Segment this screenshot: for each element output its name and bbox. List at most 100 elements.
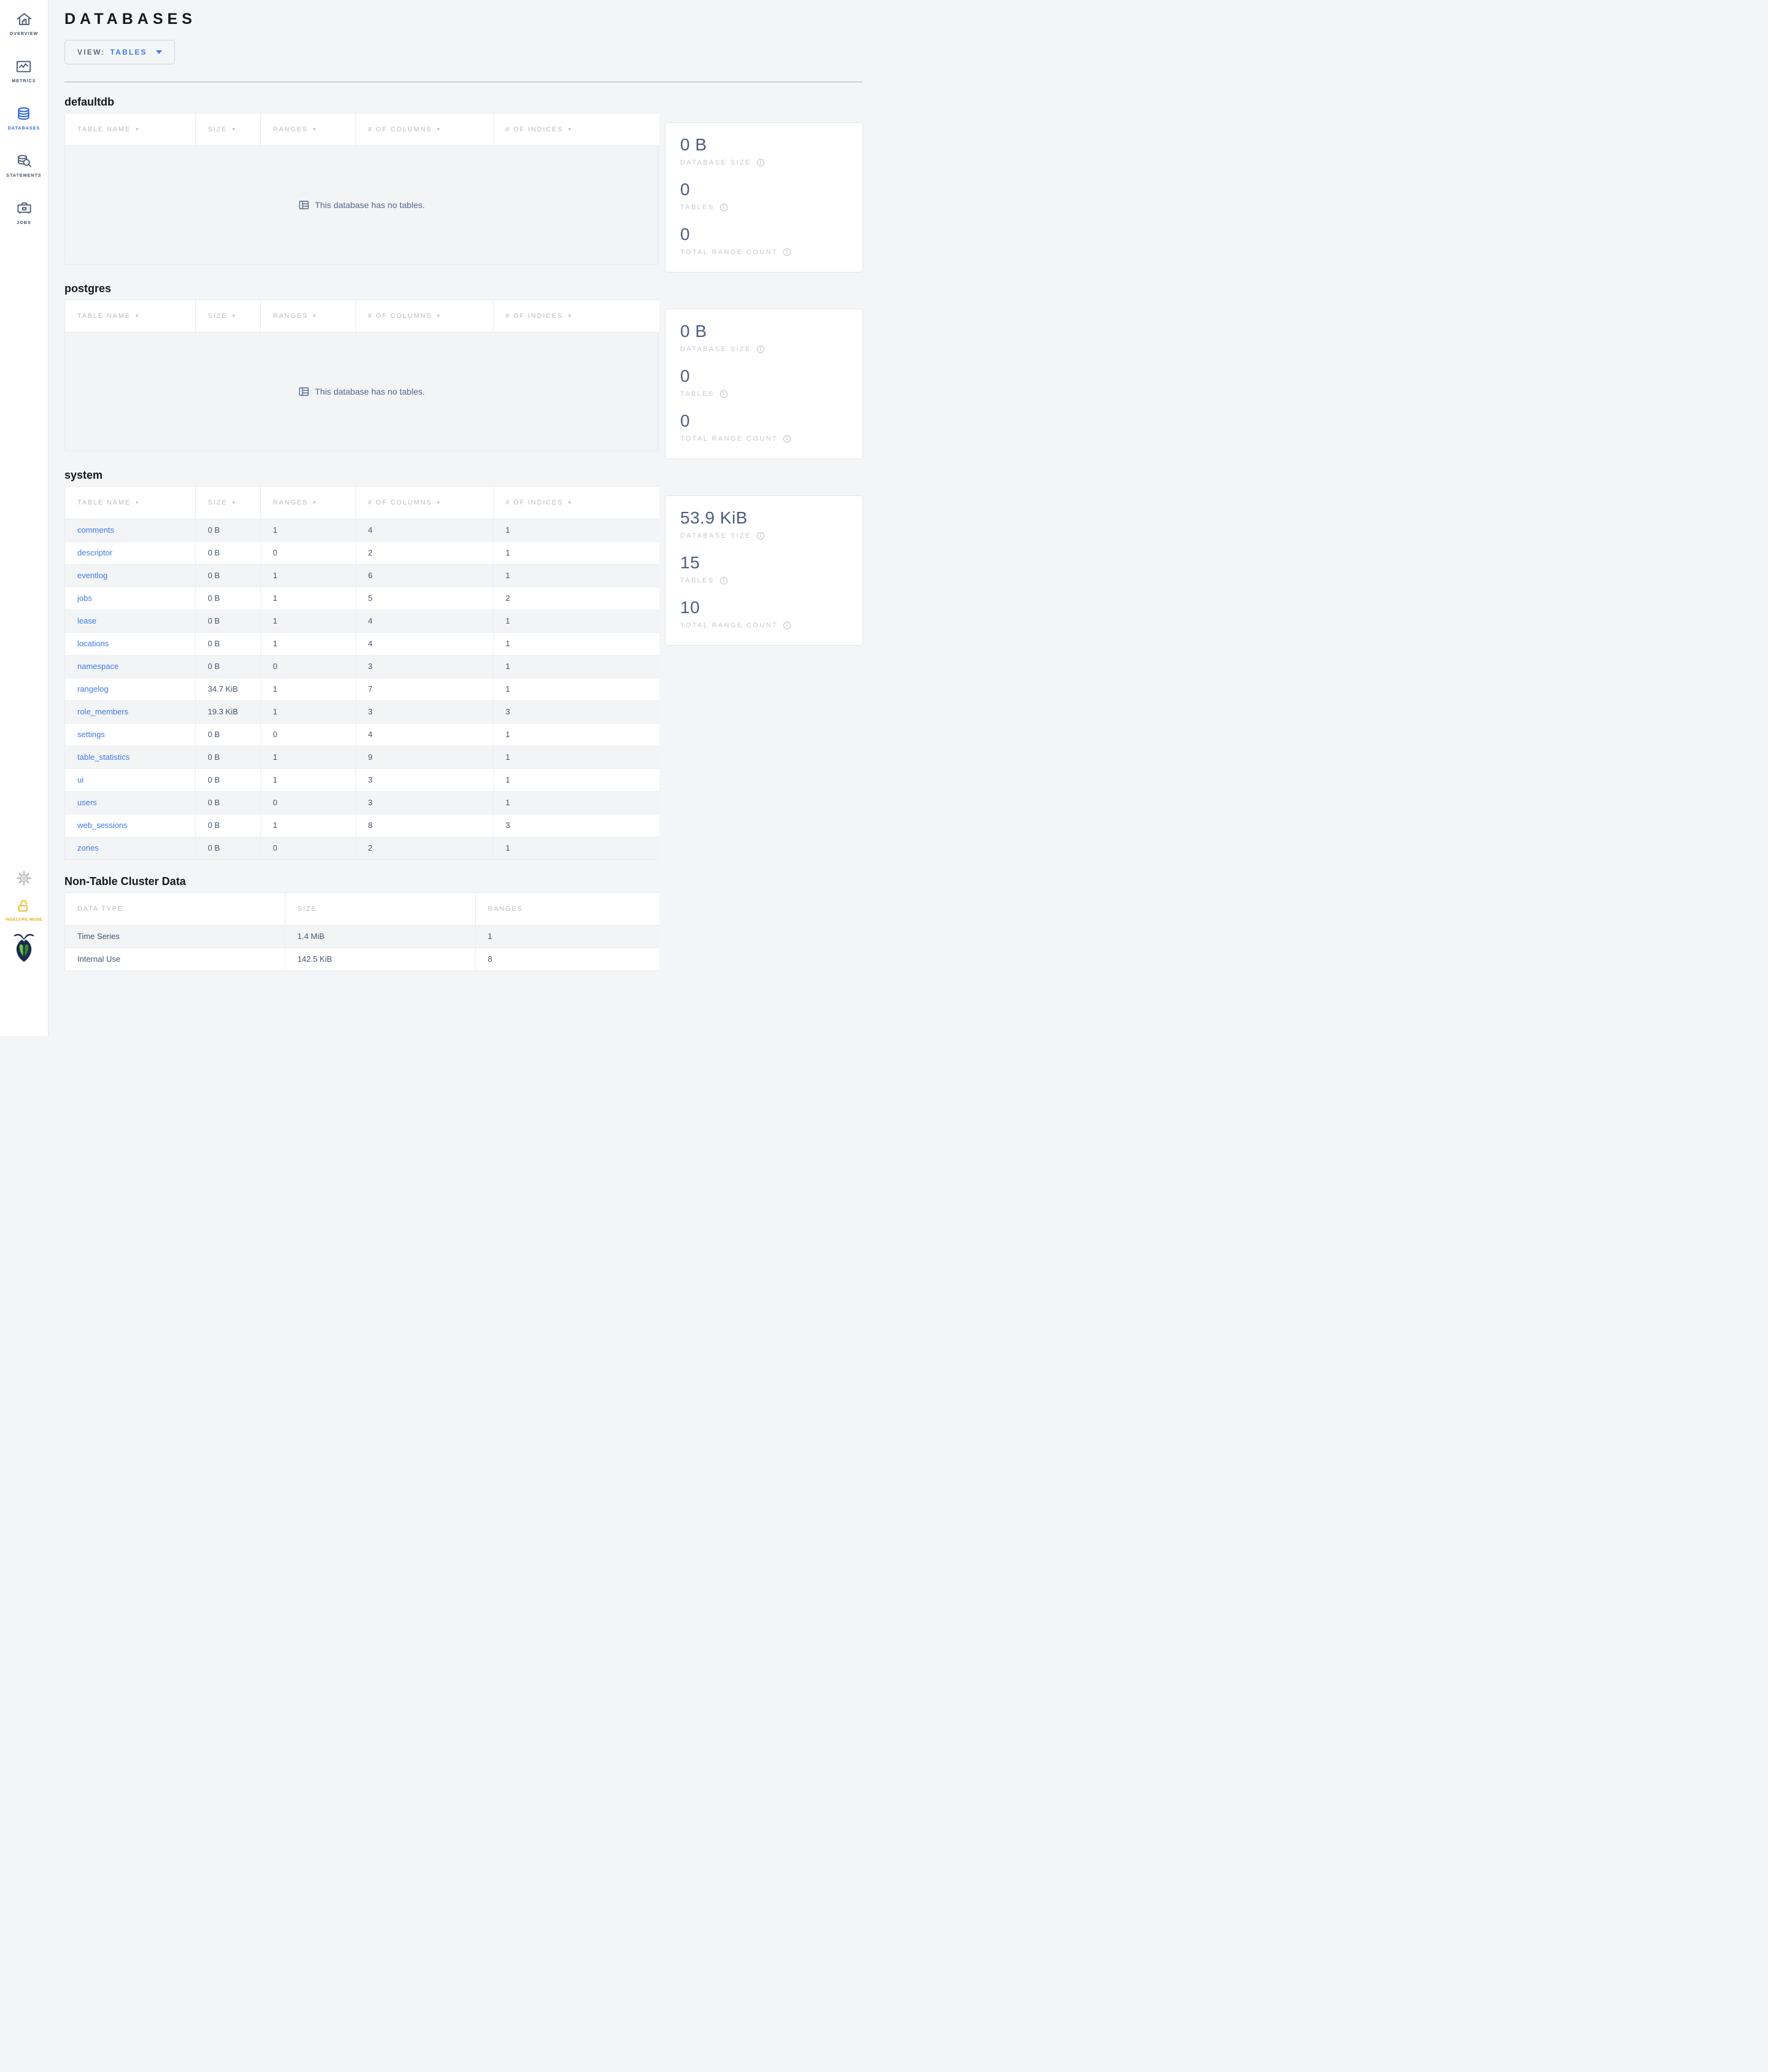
cell-size: 0 B — [195, 723, 261, 746]
table-link[interactable]: jobs — [77, 593, 92, 603]
column-header-columns[interactable]: # OF COLUMNS ▼ — [355, 487, 494, 519]
tables-table: TABLE NAME ▼ SIZE ▼ RANGES ▼ # OF COLUMNS ▼ … — [64, 486, 659, 860]
cell-ranges: 1 — [260, 700, 356, 724]
table-link[interactable]: descriptor — [77, 548, 112, 557]
table-link[interactable]: users — [77, 798, 97, 807]
cell-columns: 2 — [355, 837, 494, 859]
cell-ranges: 1 — [260, 768, 356, 792]
tables-count-label: TABLES — [680, 577, 715, 584]
table-row: users 0 B 0 3 1 — [65, 791, 659, 814]
column-header-table-name[interactable]: TABLE NAME ▼ — [65, 487, 196, 519]
cockroachdb-logo[interactable] — [10, 932, 37, 964]
table-link[interactable]: ui — [77, 775, 83, 784]
cell-columns: 4 — [355, 723, 494, 746]
page-title: DATABASES — [64, 10, 196, 28]
cell-size: 0 B — [195, 814, 261, 837]
info-icon[interactable] — [719, 390, 728, 398]
database-stats-card: 0 B DATABASE SIZE 0 TABLES 0 TOTAL RANGE — [665, 309, 863, 459]
sort-caret-icon: ▼ — [231, 127, 237, 132]
column-header-indices[interactable]: # OF INDICES ▼ — [493, 300, 659, 333]
column-header-ranges[interactable]: RANGES ▼ — [260, 487, 356, 519]
column-header-size[interactable]: SIZE ▼ — [195, 487, 261, 519]
cell-ranges: 0 — [260, 837, 356, 859]
tables-count-label: TABLES — [680, 204, 715, 211]
table-link[interactable]: namespace — [77, 662, 118, 671]
cell-columns: 4 — [355, 632, 494, 655]
table-link[interactable]: web_sessions — [77, 821, 128, 830]
table-link[interactable]: role_members — [77, 707, 128, 716]
info-icon[interactable] — [756, 532, 765, 540]
info-icon[interactable] — [756, 345, 765, 354]
table-link[interactable]: rangelog — [77, 684, 109, 694]
cell-ranges: 0 — [260, 723, 356, 746]
column-header-data-type: DATA TYPE — [65, 893, 285, 926]
sort-caret-icon: ▼ — [231, 314, 237, 319]
table-link[interactable]: locations — [77, 639, 109, 648]
table-link[interactable]: lease — [77, 616, 96, 625]
table-link[interactable]: comments — [77, 525, 114, 535]
sort-caret-icon: ▼ — [231, 500, 237, 505]
cell-indices: 3 — [493, 700, 659, 724]
info-icon[interactable] — [756, 158, 765, 167]
table-row: namespace 0 B 0 3 1 — [65, 655, 659, 678]
column-header-ranges[interactable]: RANGES ▼ — [260, 114, 356, 146]
sidebar-item-metrics[interactable]: METRICS — [12, 58, 36, 83]
column-header-indices[interactable]: # OF INDICES ▼ — [493, 487, 659, 519]
sidebar-item-databases[interactable]: DATABASES — [8, 106, 40, 131]
cell-ranges: 1 — [475, 925, 659, 948]
sort-caret-icon: ▼ — [134, 127, 141, 132]
table-link[interactable]: zones — [77, 843, 99, 852]
column-header-ranges: RANGES — [475, 893, 659, 926]
settings-gear-icon[interactable] — [17, 871, 31, 886]
table-row: lease 0 B 1 4 1 — [65, 609, 659, 633]
cell-columns: 3 — [355, 700, 494, 724]
cell-indices: 1 — [493, 541, 659, 565]
database-section-system: system TABLE NAME ▼ SIZE ▼ RANGES ▼ # OF CO… — [64, 469, 884, 860]
tables-count-label: TABLES — [680, 390, 715, 398]
sort-caret-icon: ▼ — [436, 127, 442, 132]
sort-caret-icon: ▼ — [312, 314, 318, 319]
database-name-heading: defaultdb — [64, 96, 114, 108]
sidebar-item-statements[interactable]: STATEMENTS — [6, 153, 41, 178]
column-header-size[interactable]: SIZE ▼ — [195, 300, 261, 333]
column-header-table-name[interactable]: TABLE NAME ▼ — [65, 114, 196, 146]
table-row: settings 0 B 0 4 1 — [65, 723, 659, 746]
table-link[interactable]: eventlog — [77, 571, 107, 580]
sidebar-item-overview[interactable]: OVERVIEW — [10, 11, 38, 36]
column-header-ranges[interactable]: RANGES ▼ — [260, 300, 356, 333]
column-header-indices[interactable]: # OF INDICES ▼ — [493, 114, 659, 146]
info-icon[interactable] — [783, 621, 791, 630]
table-link[interactable]: settings — [77, 730, 105, 739]
range-count-value: 0 — [680, 411, 691, 430]
range-count-value: 0 — [680, 225, 691, 244]
column-header-columns[interactable]: # OF COLUMNS ▼ — [355, 300, 494, 333]
table-row: jobs 0 B 1 5 2 — [65, 587, 659, 610]
cell-columns: 5 — [355, 587, 494, 610]
view-dropdown-value: TABLES — [110, 48, 147, 56]
sidebar-item-label: DATABASES — [7, 126, 41, 131]
database-section-postgres: postgres TABLE NAME ▼ SIZE ▼ RANGES ▼ # OF … — [64, 282, 884, 459]
sidebar-item-jobs[interactable]: JOBS — [16, 200, 33, 225]
sidebar: OVERVIEW METRICS DATABASES STATEMENTS JO… — [0, 0, 48, 1036]
column-header-size: SIZE — [285, 893, 476, 926]
table-row: Internal Use 142.5 KiB 8 — [65, 948, 659, 970]
info-icon[interactable] — [719, 203, 728, 212]
cell-size: 0 B — [195, 587, 261, 610]
insecure-mode-link[interactable]: INSECURE MODE — [6, 899, 42, 922]
cell-indices: 1 — [493, 655, 659, 678]
cell-indices: 1 — [493, 564, 659, 587]
column-header-table-name[interactable]: TABLE NAME ▼ — [65, 300, 196, 333]
column-header-columns[interactable]: # OF COLUMNS ▼ — [355, 114, 494, 146]
info-icon[interactable] — [783, 248, 791, 257]
cell-columns: 4 — [355, 519, 494, 542]
info-icon[interactable] — [783, 435, 791, 443]
view-dropdown[interactable]: VIEW: TABLES — [64, 40, 175, 64]
sidebar-item-label: OVERVIEW — [9, 32, 39, 36]
table-row: ui 0 B 1 3 1 — [65, 768, 659, 792]
tables-count-value: 0 — [680, 366, 691, 385]
sort-caret-icon: ▼ — [436, 314, 442, 319]
table-link[interactable]: table_statistics — [77, 752, 130, 762]
column-header-size[interactable]: SIZE ▼ — [195, 114, 261, 146]
range-count-label: TOTAL RANGE COUNT — [680, 249, 778, 256]
info-icon[interactable] — [719, 576, 728, 585]
